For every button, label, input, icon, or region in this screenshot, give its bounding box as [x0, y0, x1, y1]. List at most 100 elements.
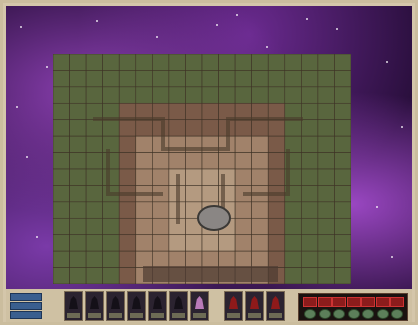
board-tile[interactable]: [69, 267, 87, 284]
board-tile[interactable]: [118, 54, 137, 71]
board-tile[interactable]: [168, 234, 186, 252]
board-tile[interactable]: [284, 201, 302, 219]
board-tile[interactable]: [102, 168, 120, 186]
board-tile[interactable]: [334, 267, 351, 284]
board-tile[interactable]: [301, 135, 319, 153]
board-tile[interactable]: [53, 86, 70, 104]
board-tile[interactable]: [135, 135, 153, 153]
board-tile[interactable]: [284, 234, 302, 252]
board-tile[interactable]: [234, 70, 252, 88]
board-tile[interactable]: [135, 70, 153, 88]
board-tile[interactable]: [185, 102, 203, 121]
board-tile[interactable]: [85, 70, 103, 88]
board-tile[interactable]: [201, 152, 219, 170]
board-tile[interactable]: [317, 217, 335, 236]
board-tile[interactable]: [267, 152, 286, 170]
board-tile[interactable]: [334, 70, 351, 88]
board-tile[interactable]: [53, 119, 70, 137]
board-tile[interactable]: [53, 168, 70, 186]
board-tile[interactable]: [317, 119, 335, 137]
board-tile[interactable]: [334, 185, 351, 203]
board-tile[interactable]: [168, 102, 186, 121]
board-tile[interactable]: [301, 185, 319, 203]
board-tile[interactable]: [53, 234, 70, 252]
board-tile[interactable]: [85, 217, 103, 236]
board-tile[interactable]: [284, 119, 302, 137]
unit-card-5[interactable]: [148, 291, 167, 321]
board-tile[interactable]: [251, 201, 269, 219]
board-tile[interactable]: [118, 201, 137, 219]
board-tile[interactable]: [135, 250, 153, 268]
board-tile[interactable]: [234, 250, 252, 268]
board-tile[interactable]: [69, 70, 87, 88]
board-tile[interactable]: [301, 152, 319, 170]
board-tile[interactable]: [317, 250, 335, 268]
board-tile[interactable]: [234, 135, 252, 153]
board-tile[interactable]: [201, 119, 219, 137]
board-tile[interactable]: [201, 86, 219, 104]
board-tile[interactable]: [152, 234, 170, 252]
board-tile[interactable]: [135, 86, 153, 104]
board-tile[interactable]: [284, 86, 302, 104]
board-tile[interactable]: [135, 217, 153, 236]
board-tile[interactable]: [201, 70, 219, 88]
board-tile[interactable]: [234, 234, 252, 252]
board-tile[interactable]: [317, 102, 335, 121]
board-tile[interactable]: [102, 70, 120, 88]
board-tile[interactable]: [185, 86, 203, 104]
board-tile[interactable]: [251, 168, 269, 186]
board-tile[interactable]: [267, 234, 286, 252]
board-tile[interactable]: [317, 70, 335, 88]
board-tile[interactable]: [85, 234, 103, 252]
board-tile[interactable]: [301, 102, 319, 121]
board-tile[interactable]: [334, 201, 351, 219]
unit-card-7[interactable]: [190, 291, 209, 321]
board-tile[interactable]: [251, 152, 269, 170]
board-tile[interactable]: [102, 267, 120, 284]
board-tile[interactable]: [102, 234, 120, 252]
board-tile[interactable]: [53, 250, 70, 268]
board-tile[interactable]: [168, 152, 186, 170]
board-tile[interactable]: [135, 119, 153, 137]
board-tile[interactable]: [218, 234, 236, 252]
board-tile[interactable]: [53, 152, 70, 170]
board-tile[interactable]: [102, 201, 120, 219]
board-tile[interactable]: [69, 86, 87, 104]
board-tile[interactable]: [118, 152, 137, 170]
board-tile[interactable]: [102, 217, 120, 236]
board-tile[interactable]: [69, 54, 87, 71]
board-tile[interactable]: [53, 267, 70, 284]
board-tile[interactable]: [152, 70, 170, 88]
board-tile[interactable]: [201, 234, 219, 252]
board-tile[interactable]: [85, 250, 103, 268]
board-tile[interactable]: [267, 201, 286, 219]
board-tile[interactable]: [53, 201, 70, 219]
board-tile[interactable]: [118, 70, 137, 88]
board-tile[interactable]: [301, 70, 319, 88]
board-tile[interactable]: [317, 152, 335, 170]
board-tile[interactable]: [152, 250, 170, 268]
board-tile[interactable]: [251, 86, 269, 104]
board-tile[interactable]: [69, 168, 87, 186]
board-tile[interactable]: [69, 102, 87, 121]
board-tile[interactable]: [334, 152, 351, 170]
board-tile[interactable]: [334, 217, 351, 236]
board-tile[interactable]: [251, 217, 269, 236]
board-tile[interactable]: [317, 185, 335, 203]
board-tile[interactable]: [218, 250, 236, 268]
board-tile[interactable]: [201, 250, 219, 268]
board-tile[interactable]: [301, 267, 319, 284]
board-tile[interactable]: [234, 86, 252, 104]
board-tile[interactable]: [69, 119, 87, 137]
board-tile[interactable]: [218, 70, 236, 88]
board-tile[interactable]: [251, 70, 269, 88]
board-tile[interactable]: [284, 267, 302, 284]
board-tile[interactable]: [251, 250, 269, 268]
unit-card-1[interactable]: [64, 291, 83, 321]
board-tile[interactable]: [85, 168, 103, 186]
board-tile[interactable]: [85, 201, 103, 219]
unit-card-10[interactable]: [266, 291, 285, 321]
board-tile[interactable]: [102, 54, 120, 71]
board-tile[interactable]: [185, 119, 203, 137]
board-tile[interactable]: [234, 217, 252, 236]
